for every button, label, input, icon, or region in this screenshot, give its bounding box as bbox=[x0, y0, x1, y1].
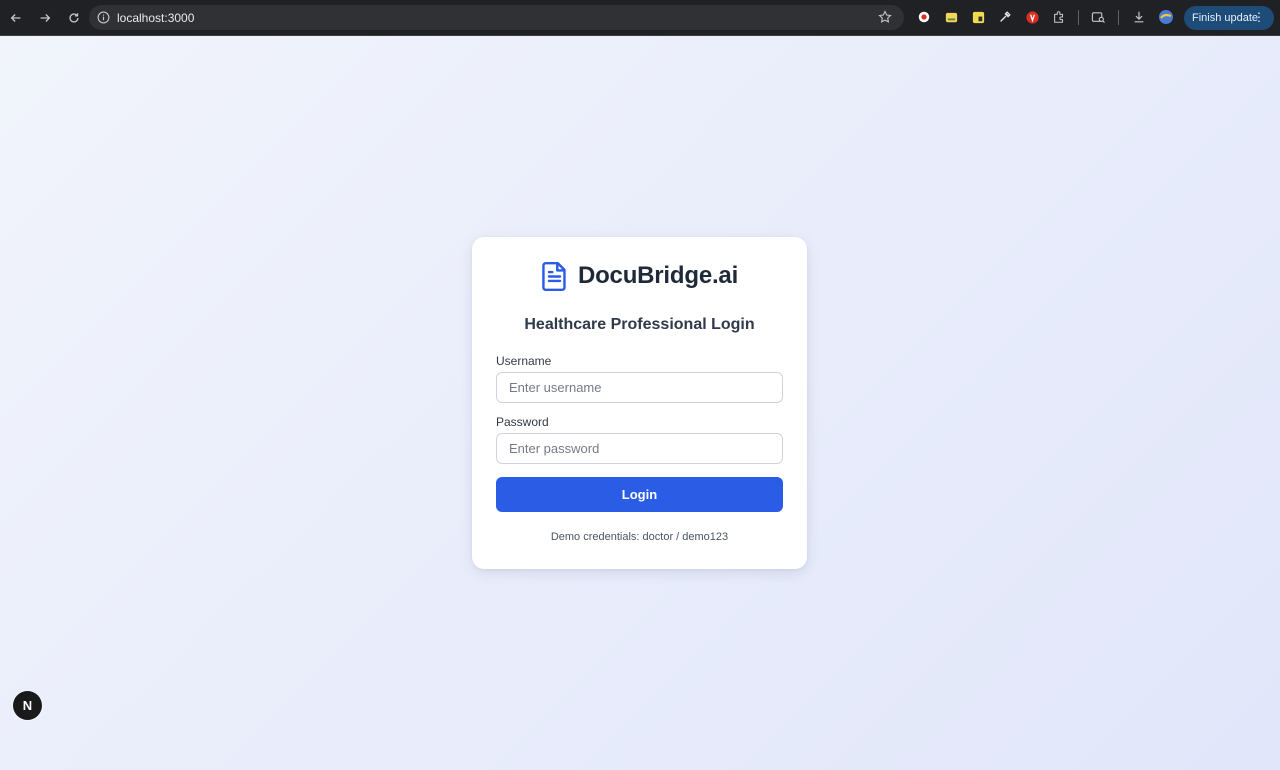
forward-arrow-icon bbox=[40, 13, 50, 22]
eyedropper-extension-icon[interactable] bbox=[997, 9, 1013, 25]
password-label: Password bbox=[496, 415, 549, 429]
info-icon[interactable] bbox=[96, 11, 110, 25]
login-button[interactable]: Login bbox=[496, 477, 783, 512]
address-bar[interactable]: localhost:3000 bbox=[89, 5, 904, 30]
toolbar-divider bbox=[1118, 10, 1119, 25]
record-extension-icon[interactable] bbox=[916, 9, 932, 25]
forward-button[interactable] bbox=[31, 4, 58, 32]
brand-header: DocuBridge.ai bbox=[472, 260, 807, 292]
password-input[interactable] bbox=[496, 433, 783, 464]
yellow-extension-icon[interactable] bbox=[943, 9, 959, 25]
tab-search-icon[interactable] bbox=[1090, 9, 1106, 25]
js-extension-icon[interactable] bbox=[970, 9, 986, 25]
download-icon[interactable] bbox=[1131, 9, 1147, 25]
star-icon[interactable] bbox=[878, 10, 892, 24]
login-subtitle: Healthcare Professional Login bbox=[524, 316, 755, 333]
finish-update-button[interactable]: Finish update ⋮ bbox=[1184, 6, 1274, 30]
browser-toolbar: localhost:3000 Finish update ⋮ bbox=[0, 0, 1280, 36]
finish-update-label: Finish update bbox=[1192, 12, 1259, 24]
page-background: DocuBridge.ai Healthcare Professional Lo… bbox=[0, 36, 1280, 770]
back-arrow-icon bbox=[10, 13, 20, 22]
url-text[interactable]: localhost:3000 bbox=[117, 11, 194, 25]
reload-button[interactable] bbox=[60, 4, 87, 32]
demo-credentials-text: Demo credentials: doctor / demo123 bbox=[550, 531, 729, 543]
reload-icon bbox=[68, 12, 79, 23]
brand-name: DocuBridge.ai bbox=[577, 262, 739, 289]
puzzle-icon[interactable] bbox=[1051, 9, 1067, 25]
document-icon bbox=[542, 261, 566, 291]
back-button[interactable] bbox=[2, 4, 29, 32]
nextjs-logo-icon: N bbox=[22, 698, 33, 713]
red-extension-icon[interactable] bbox=[1024, 9, 1040, 25]
username-label: Username bbox=[496, 354, 552, 368]
username-input[interactable] bbox=[496, 372, 783, 403]
toolbar-divider bbox=[1078, 10, 1079, 25]
login-card: DocuBridge.ai Healthcare Professional Lo… bbox=[472, 237, 807, 569]
profile-icon[interactable] bbox=[1158, 9, 1174, 25]
nextjs-dev-badge[interactable]: N bbox=[13, 691, 42, 720]
menu-dots-icon: ⋮ bbox=[1253, 10, 1265, 24]
